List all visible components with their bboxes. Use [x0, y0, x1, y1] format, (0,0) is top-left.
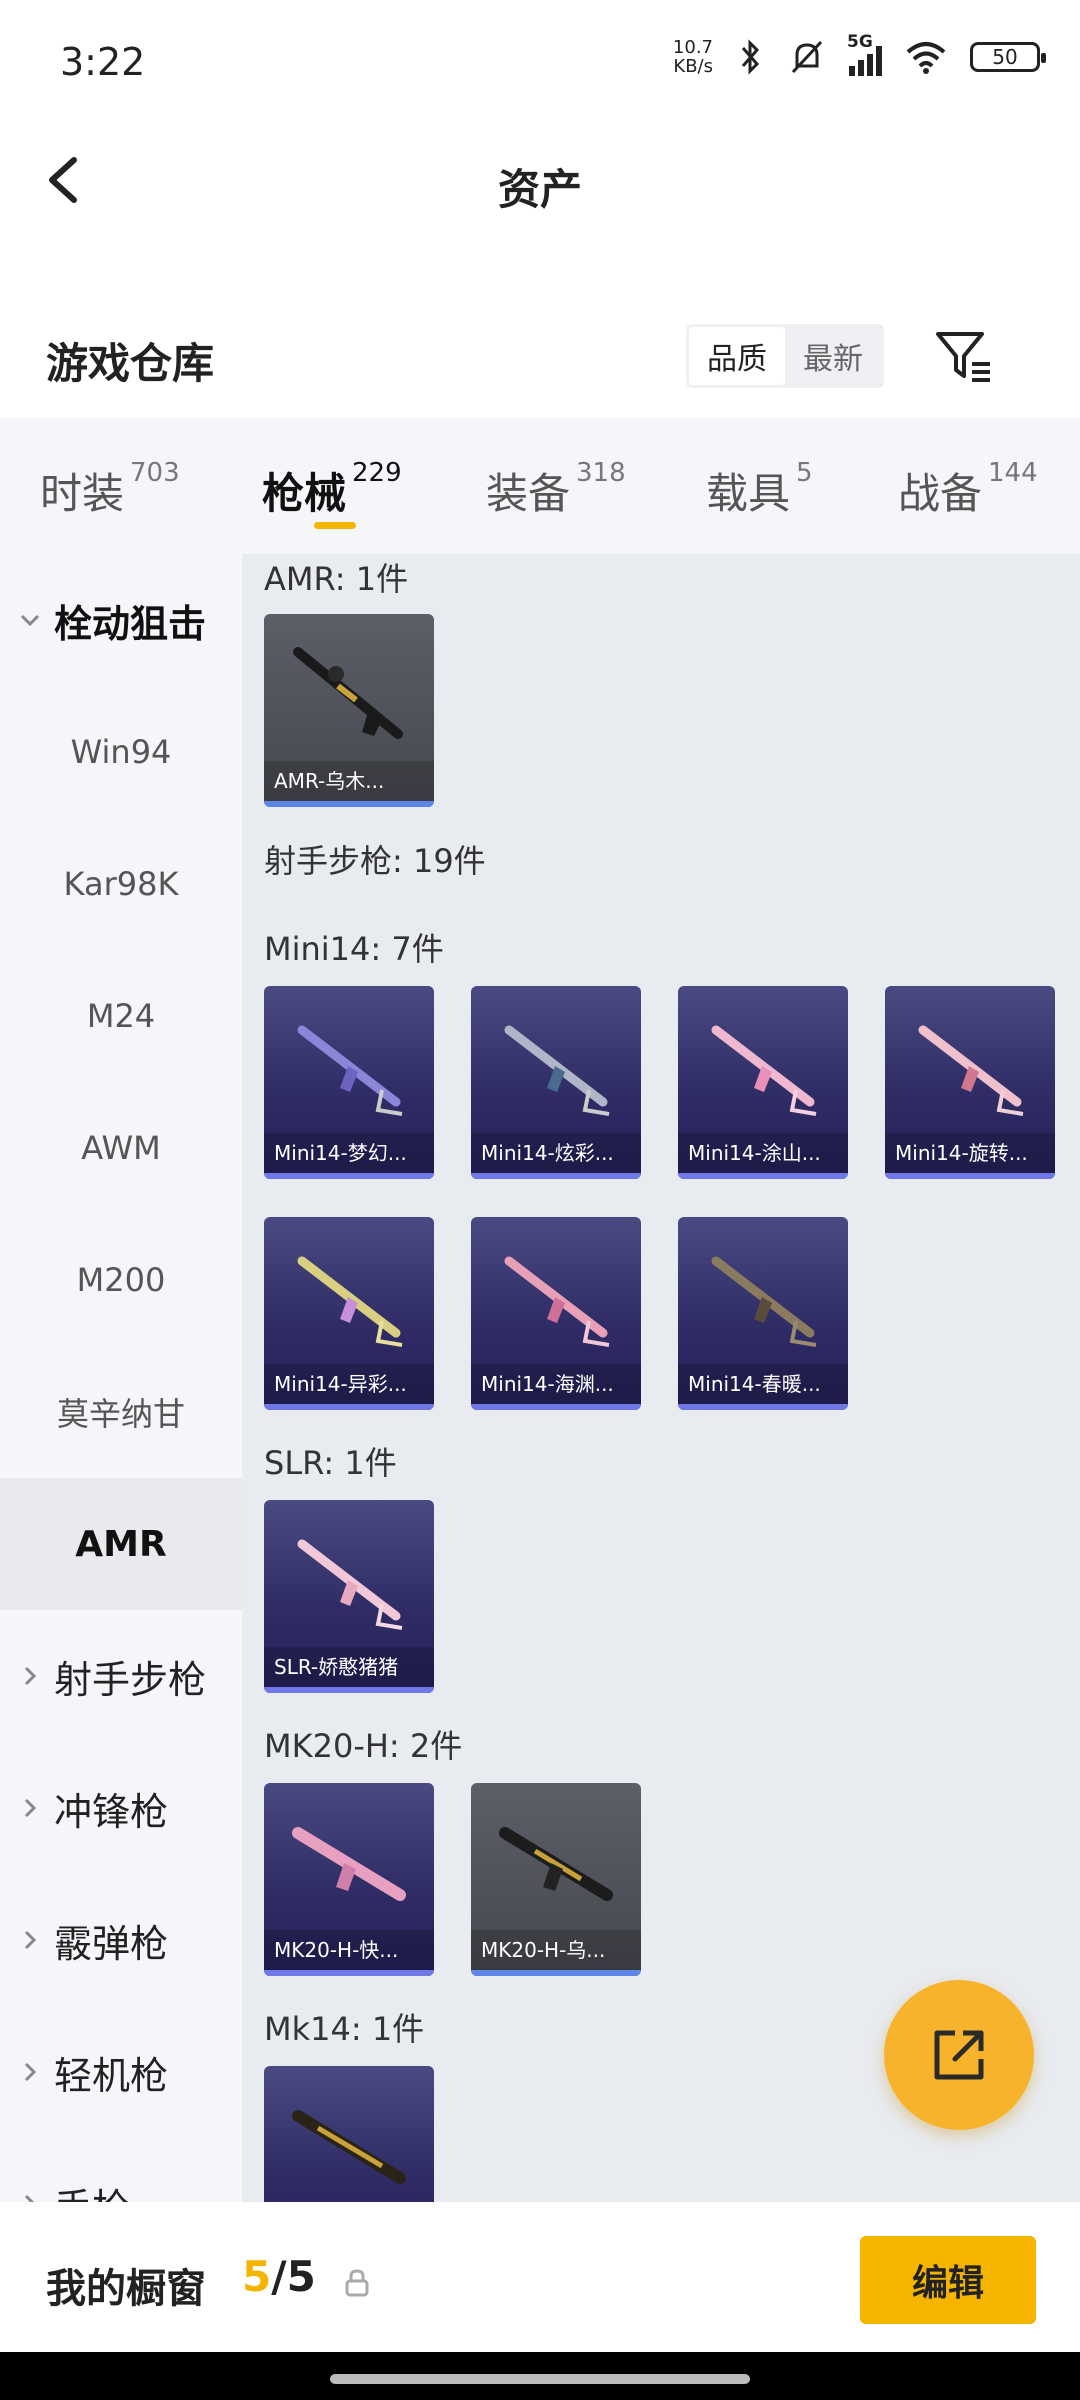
- sidebar-item-awm[interactable]: AWM: [0, 1082, 242, 1214]
- active-tab-indicator: [314, 522, 356, 529]
- tab-weapons[interactable]: 枪械 229: [262, 458, 402, 521]
- sidebar-group-pistol[interactable]: 手枪: [0, 2138, 242, 2202]
- item-card[interactable]: SLR-娇憨猪猪: [264, 1500, 434, 1693]
- sidebar-group-dmr[interactable]: 射手步枪: [0, 1610, 242, 1742]
- item-card[interactable]: MK20-H-乌...: [471, 1783, 641, 1976]
- item-card[interactable]: Mini14-旋转...: [885, 986, 1055, 1179]
- item-card[interactable]: Mini14-炫彩...: [471, 986, 641, 1179]
- rifle-icon: [499, 1827, 613, 1901]
- sidebar-item-win94[interactable]: Win94: [0, 686, 242, 818]
- sidebar-item-m24[interactable]: M24: [0, 950, 242, 1082]
- sort-quality-button[interactable]: 品质: [689, 327, 785, 385]
- sidebar-item-m200[interactable]: M200: [0, 1214, 242, 1346]
- showcase-count: 5/5: [242, 2252, 316, 2301]
- section-label: MK20-H: 2件: [264, 1727, 463, 1765]
- item-card[interactable]: AMR-乌木...: [264, 614, 434, 807]
- section-label: AMR: 1件: [264, 560, 409, 598]
- chevron-right-icon: [24, 1930, 37, 1950]
- rifle-icon: [504, 1256, 610, 1347]
- item-card[interactable]: [264, 2066, 434, 2202]
- page-title: 资产: [497, 165, 582, 214]
- item-card[interactable]: Mini14-异彩...: [264, 1217, 434, 1410]
- share-button[interactable]: [884, 1980, 1034, 2130]
- tab-supplies[interactable]: 战备 144: [898, 458, 1038, 521]
- signal-icon: 5G: [847, 32, 882, 76]
- chevron-down-icon: [20, 614, 40, 627]
- warehouse-header: 游戏仓库 品质 最新: [0, 300, 1080, 418]
- status-time: 3:22: [60, 40, 146, 84]
- sniper-rifle-icon: [293, 647, 403, 739]
- category-tabs: 时装 703 枪械 229 装备 318 载具 5 战备 144: [0, 418, 1080, 554]
- rifle-icon: [297, 1539, 403, 1630]
- status-bar: 3:22 10.7 KB/s 5G 50: [0, 0, 1080, 120]
- chevron-right-icon: [24, 2194, 35, 2202]
- mute-bell-icon: [791, 40, 823, 74]
- sidebar-item-amr[interactable]: AMR: [0, 1478, 242, 1610]
- sort-toggle: 品质 最新: [686, 324, 884, 388]
- rifle-icon: [504, 1025, 610, 1116]
- sidebar-group-lmg[interactable]: 轻机枪: [0, 2006, 242, 2138]
- sidebar-group-bolt-sniper[interactable]: 栓动狙击: [0, 554, 242, 686]
- rifle-icon: [297, 1025, 403, 1116]
- rifle-icon: [292, 2110, 406, 2184]
- system-nav-bar: [0, 2352, 1080, 2400]
- section-label: Mk14: 1件: [264, 2010, 425, 2048]
- sidebar-item-mosin[interactable]: 莫辛纳甘: [0, 1346, 242, 1478]
- showcase-bar: 我的橱窗 5/5 编辑: [0, 2202, 1080, 2352]
- share-external-icon: [934, 2030, 984, 2080]
- lock-icon: [345, 2269, 369, 2297]
- warehouse-title: 游戏仓库: [46, 339, 215, 388]
- rifle-icon: [711, 1256, 817, 1347]
- item-card[interactable]: Mini14-春暖...: [678, 1217, 848, 1410]
- section-label: 射手步枪: 19件: [264, 842, 486, 880]
- sidebar-group-smg[interactable]: 冲锋枪: [0, 1742, 242, 1874]
- net-speed: 10.7 KB/s: [672, 37, 713, 77]
- showcase-label: 我的橱窗: [46, 2266, 206, 2312]
- item-card[interactable]: MK20-H-快...: [264, 1783, 434, 1976]
- rifle-icon: [711, 1025, 817, 1116]
- bluetooth-icon: [741, 39, 760, 75]
- chevron-right-icon: [24, 1798, 37, 1818]
- filter-icon[interactable]: [932, 324, 996, 388]
- chevron-right-icon: [24, 2062, 37, 2082]
- battery-indicator: 50: [970, 42, 1046, 72]
- page-header: 资产: [0, 120, 1080, 240]
- edit-button[interactable]: 编辑: [860, 2236, 1036, 2324]
- tab-fashion[interactable]: 时装 703: [40, 458, 180, 521]
- item-card[interactable]: Mini14-梦幻...: [264, 986, 434, 1179]
- status-icons: 10.7 KB/s 5G 50: [672, 32, 1046, 77]
- item-card[interactable]: Mini14-涂山...: [678, 986, 848, 1179]
- rifle-icon: [292, 1827, 406, 1901]
- sidebar-group-shotgun[interactable]: 霰弹枪: [0, 1874, 242, 2006]
- item-card[interactable]: Mini14-海渊...: [471, 1217, 641, 1410]
- wifi-icon: [906, 42, 946, 74]
- sidebar-item-kar98k[interactable]: Kar98K: [0, 818, 242, 950]
- sort-newest-button[interactable]: 最新: [785, 327, 881, 385]
- rifle-icon: [297, 1256, 403, 1347]
- item-grid: AMR: 1件 AMR-乌木... 射手步枪: 19件 Mini14: 7件 M…: [242, 554, 1080, 2202]
- rifle-icon: [918, 1025, 1024, 1116]
- home-gesture-handle[interactable]: [330, 2374, 750, 2384]
- sidebar: 栓动狙击 Win94 Kar98K M24 AWM M200 莫辛纳甘 AMR …: [0, 554, 242, 2202]
- tab-vehicles[interactable]: 载具 5: [706, 458, 813, 521]
- chevron-right-icon: [24, 1666, 37, 1686]
- section-label: SLR: 1件: [264, 1444, 397, 1482]
- tab-equipment[interactable]: 装备 318: [486, 458, 626, 521]
- section-label: Mini14: 7件: [264, 930, 444, 968]
